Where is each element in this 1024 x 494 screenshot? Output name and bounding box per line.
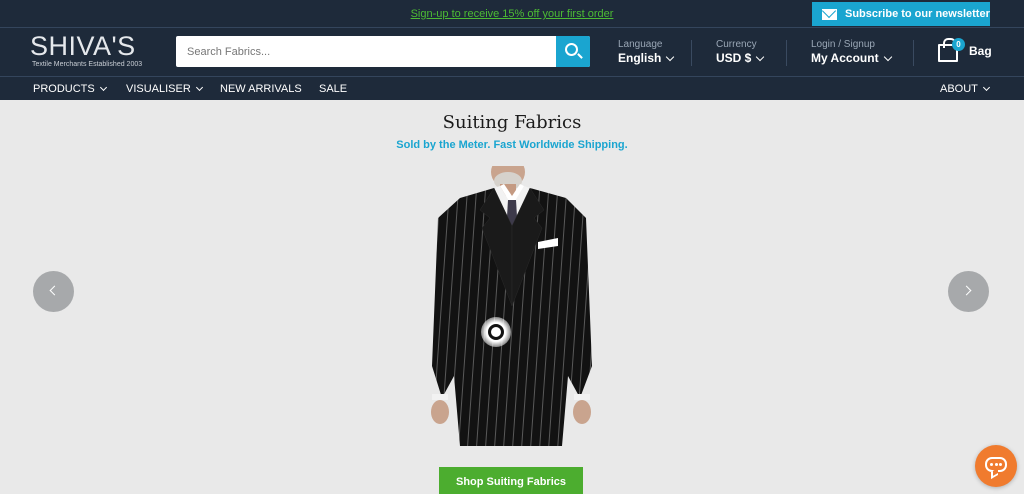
subscribe-newsletter-button[interactable]: Subscribe to our newsletter [812, 2, 990, 26]
mail-icon [822, 8, 837, 20]
account-caption: Login / Signup [811, 39, 875, 50]
bag-count-badge: 0 [952, 38, 965, 51]
search-input[interactable] [176, 36, 556, 67]
header-divider [691, 40, 692, 66]
nav-item-label: ABOUT [940, 83, 978, 95]
chevron-down-icon [982, 83, 990, 92]
chevron-down-icon [195, 83, 203, 92]
shop-suiting-fabrics-button[interactable]: Shop Suiting Fabrics [439, 467, 583, 494]
carousel-next-button[interactable] [948, 271, 989, 312]
main-nav: PRODUCTS VISUALISER NEW ARRIVALS SALE AB… [0, 76, 1024, 100]
account-menu[interactable]: Login / Signup My Account [811, 39, 892, 66]
chevron-left-icon [49, 285, 60, 296]
nav-item-label: PRODUCTS [33, 83, 95, 95]
subscribe-newsletter-label: Subscribe to our newsletter [845, 8, 990, 20]
site-header: SHIVA'S Textile Merchants Established 20… [0, 28, 1024, 76]
chevron-down-icon [756, 52, 765, 61]
search-button[interactable] [556, 36, 590, 67]
hero-subtitle: Sold by the Meter. Fast Worldwide Shippi… [396, 139, 628, 151]
hero-title: Suiting Fabrics [442, 112, 582, 133]
nav-item-products[interactable]: PRODUCTS [33, 83, 107, 95]
hotspot-ring-icon [488, 324, 504, 340]
chevron-down-icon [666, 52, 675, 61]
logo-tagline: Textile Merchants Established 2003 [32, 61, 143, 68]
chevron-down-icon [99, 83, 107, 92]
carousel-prev-button[interactable] [33, 271, 74, 312]
language-caption: Language [618, 39, 663, 50]
chevron-down-icon [883, 52, 892, 61]
chat-button[interactable] [975, 445, 1017, 487]
nav-item-label: NEW ARRIVALS [220, 83, 302, 95]
bag-label: Bag [969, 44, 992, 58]
header-divider [913, 40, 914, 66]
currency-selector[interactable]: Currency USD $ [716, 39, 765, 66]
site-logo[interactable]: SHIVA'S Textile Merchants Established 20… [30, 31, 154, 73]
nav-item-new-arrivals[interactable]: NEW ARRIVALS [220, 83, 302, 95]
header-divider [786, 40, 787, 66]
language-selector[interactable]: Language English [618, 39, 675, 66]
nav-item-about[interactable]: ABOUT [940, 83, 990, 95]
nav-item-label: SALE [319, 83, 348, 95]
currency-value: USD $ [716, 51, 752, 65]
search-bar [176, 36, 590, 67]
currency-caption: Currency [716, 39, 757, 50]
nav-item-visualiser[interactable]: VISUALISER [126, 83, 203, 95]
suit-model-image [431, 166, 592, 446]
nav-item-sale[interactable]: SALE [319, 83, 347, 95]
nav-item-label: VISUALISER [126, 83, 191, 95]
logo-wordmark: SHIVA'S [30, 31, 136, 61]
chevron-right-icon [961, 285, 972, 296]
account-value: My Account [811, 51, 879, 65]
fabric-hotspot-button[interactable] [481, 317, 511, 347]
announcement-bar: Sign-up to receive 15% off your first or… [0, 0, 1024, 28]
language-value: English [618, 51, 662, 65]
